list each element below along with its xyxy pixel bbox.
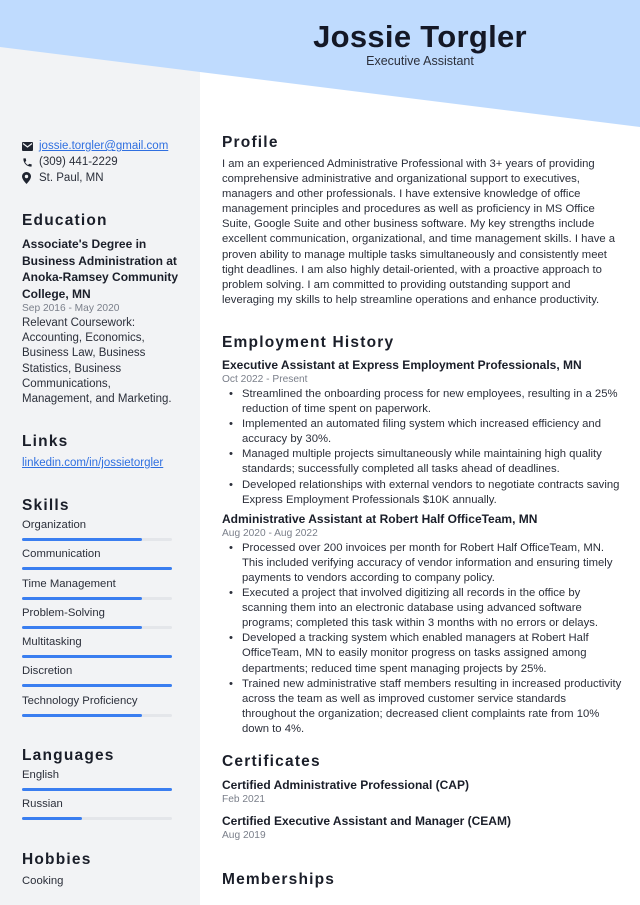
skill-level-fill — [22, 713, 142, 717]
contact-phone: (309) 441-2229 — [22, 154, 180, 170]
certificate-item: Certified Executive Assistant and Manage… — [222, 813, 622, 843]
certificate-title: Certified Executive Assistant and Manage… — [222, 814, 511, 828]
skill-name: Problem-Solving — [22, 606, 105, 619]
phone-icon — [22, 157, 39, 168]
skill-level-bar — [22, 538, 172, 541]
job-bullet: Streamlined the onboarding process for n… — [229, 387, 622, 417]
profile-section: Profile I am an experienced Administrati… — [222, 134, 622, 308]
skill-level-bar — [22, 567, 172, 571]
job-bullet: Developed a tracking system which enable… — [229, 631, 622, 676]
links-section: Links linkedin.com/in/jossietorgler — [22, 433, 180, 469]
languages-section: Languages English Russian — [22, 747, 180, 824]
coursework-text: Relevant Coursework: Accounting, Economi… — [22, 317, 172, 406]
languages-heading: Languages — [22, 747, 115, 764]
employment-section: Employment History Executive Assistant a… — [222, 334, 622, 737]
skill-item: Multitasking — [22, 632, 180, 661]
envelope-icon — [22, 141, 39, 151]
certificate-title: Certified Administrative Professional (C… — [222, 778, 469, 792]
language-item: Russian — [22, 794, 180, 823]
links-heading: Links — [22, 433, 69, 450]
certificates-section: Certificates Certified Administrative Pr… — [222, 753, 622, 843]
skill-level-bar — [22, 625, 172, 629]
skill-level-fill — [22, 684, 172, 688]
job-entry: Executive Assistant at Express Employmen… — [222, 357, 622, 508]
contact-location: St. Paul, MN — [22, 170, 180, 186]
skill-level-fill — [22, 625, 142, 629]
skill-level-fill — [22, 655, 172, 659]
skill-name: Time Management — [22, 577, 116, 590]
language-name: Russian — [22, 798, 63, 811]
contact-email: jossie.torgler@gmail.com — [22, 138, 180, 154]
job-title: Executive Assistant — [366, 54, 474, 68]
language-level-fill — [22, 788, 172, 791]
certificate-item: Certified Administrative Professional (C… — [222, 777, 622, 807]
memberships-section: Memberships — [222, 871, 622, 889]
job-bullets: Processed over 200 invoices per month fo… — [222, 541, 622, 737]
job-bullet: Executed a project that involved digitiz… — [229, 586, 622, 631]
job-bullet: Trained new administrative staff members… — [229, 677, 622, 737]
location-text: St. Paul, MN — [39, 172, 104, 184]
language-level-fill — [22, 817, 82, 821]
employment-heading: Employment History — [222, 334, 395, 351]
skill-name: Organization — [22, 519, 87, 531]
hobby-item: Cooking — [22, 875, 64, 887]
job-entry-dates: Oct 2022 - Present — [222, 374, 308, 385]
skill-name: Multitasking — [22, 636, 82, 649]
skill-item: Discretion — [22, 661, 180, 690]
job-bullet: Processed over 200 invoices per month fo… — [229, 541, 622, 586]
profile-heading: Profile — [222, 134, 279, 151]
skill-name: Discretion — [22, 665, 73, 678]
candidate-name: Jossie Torgler — [313, 19, 527, 54]
skill-level-bar — [22, 655, 172, 659]
language-level-bar — [22, 817, 172, 821]
skill-level-bar — [22, 713, 172, 717]
memberships-heading: Memberships — [222, 871, 336, 888]
skill-item: Time Management — [22, 574, 180, 603]
language-item: English — [22, 765, 180, 794]
hobbies-heading: Hobbies — [22, 851, 92, 868]
job-bullet: Implemented an automated filing system w… — [229, 417, 622, 447]
education-dates: Sep 2016 - May 2020 — [22, 303, 120, 314]
education-section: Education Associate's Degree in Business… — [22, 212, 180, 407]
certificates-heading: Certificates — [222, 753, 321, 770]
skill-level-fill — [22, 567, 172, 571]
job-entry-title: Executive Assistant at Express Employmen… — [222, 358, 582, 372]
language-name: English — [22, 769, 60, 781]
skill-item: Communication — [22, 544, 180, 573]
profile-summary: I am an experienced Administrative Profe… — [222, 158, 616, 306]
job-bullet: Developed relationships with external ve… — [229, 478, 622, 508]
education-heading: Education — [22, 212, 108, 229]
job-bullet: Managed multiple projects simultaneously… — [229, 447, 622, 477]
skills-heading: Skills — [22, 497, 70, 514]
skill-name: Communication — [22, 548, 101, 561]
degree-title: Associate's Degree in Business Administr… — [22, 237, 179, 301]
email-link[interactable]: jossie.torgler@gmail.com — [39, 140, 168, 152]
skill-level-bar — [22, 596, 172, 600]
job-entry: Administrative Assistant at Robert Half … — [222, 511, 622, 737]
skill-item: Technology Proficiency — [22, 691, 180, 720]
linkedin-link[interactable]: linkedin.com/in/jossietorgler — [22, 457, 180, 469]
skill-level-fill — [22, 596, 142, 600]
phone-number: (309) 441-2229 — [39, 156, 118, 168]
certificate-date: Aug 2019 — [222, 830, 266, 841]
language-level-bar — [22, 788, 172, 791]
certificate-date: Feb 2021 — [222, 794, 266, 805]
job-entry-title: Administrative Assistant at Robert Half … — [222, 511, 538, 526]
contact-info: jossie.torgler@gmail.com (309) 441-2229 … — [22, 138, 180, 186]
hobbies-section: Hobbies Cooking — [22, 851, 180, 887]
job-bullets: Streamlined the onboarding process for n… — [222, 387, 622, 508]
job-entry-dates: Aug 2020 - Aug 2022 — [222, 527, 318, 539]
skill-name: Technology Proficiency — [22, 694, 138, 707]
skill-level-bar — [22, 684, 172, 688]
skill-item: Organization — [22, 515, 180, 544]
skills-section: Skills Organization Communication Time Man… — [22, 497, 180, 720]
skill-level-fill — [22, 538, 142, 541]
map-pin-icon — [22, 172, 39, 184]
skill-item: Problem-Solving — [22, 603, 180, 632]
